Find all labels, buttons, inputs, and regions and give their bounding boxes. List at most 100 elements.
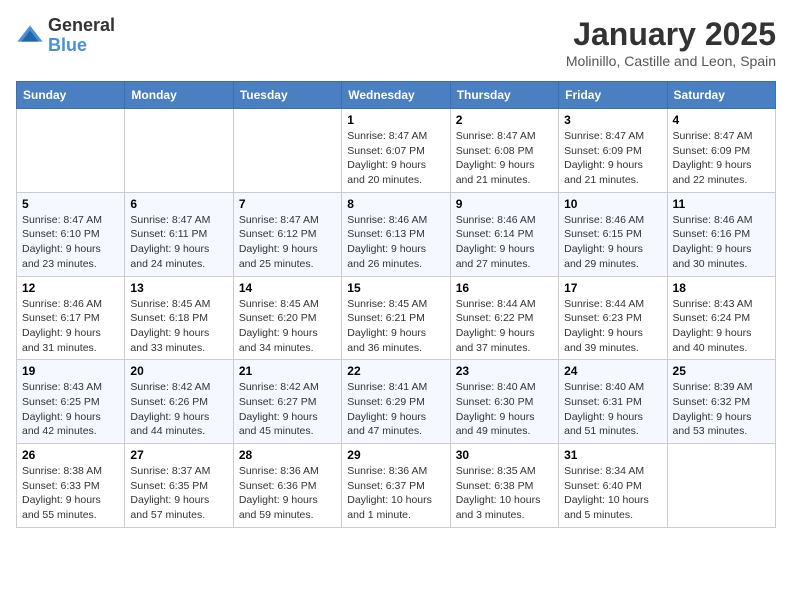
day-number: 19: [22, 364, 119, 378]
weekday-header: Thursday: [450, 82, 558, 109]
day-number: 21: [239, 364, 336, 378]
day-number: 18: [673, 281, 770, 295]
day-info: Sunrise: 8:47 AM Sunset: 6:08 PM Dayligh…: [456, 129, 553, 188]
day-number: 29: [347, 448, 444, 462]
logo-blue: Blue: [48, 36, 115, 56]
day-number: 1: [347, 113, 444, 127]
calendar-day-cell: 8 Sunrise: 8:46 AM Sunset: 6:13 PM Daylig…: [342, 192, 450, 276]
day-info: Sunrise: 8:47 AM Sunset: 6:09 PM Dayligh…: [564, 129, 661, 188]
day-number: 16: [456, 281, 553, 295]
calendar-week-row: 5 Sunrise: 8:47 AM Sunset: 6:10 PM Daylig…: [17, 192, 776, 276]
calendar-table: SundayMondayTuesdayWednesdayThursdayFrid…: [16, 81, 776, 528]
day-number: 23: [456, 364, 553, 378]
day-number: 7: [239, 197, 336, 211]
day-number: 12: [22, 281, 119, 295]
calendar-day-cell: [17, 109, 125, 193]
day-number: 22: [347, 364, 444, 378]
calendar-week-row: 26 Sunrise: 8:38 AM Sunset: 6:33 PM Dayli…: [17, 444, 776, 528]
day-number: 17: [564, 281, 661, 295]
day-info: Sunrise: 8:41 AM Sunset: 6:29 PM Dayligh…: [347, 380, 444, 439]
calendar-day-cell: 31Sunrise: 8:34 AM Sunset: 6:40 PM Dayli…: [559, 444, 667, 528]
day-info: Sunrise: 8:46 AM Sunset: 6:15 PM Dayligh…: [564, 213, 661, 272]
day-info: Sunrise: 8:43 AM Sunset: 6:25 PM Dayligh…: [22, 380, 119, 439]
day-number: 30: [456, 448, 553, 462]
day-number: 4: [673, 113, 770, 127]
calendar-day-cell: 3 Sunrise: 8:47 AM Sunset: 6:09 PM Daylig…: [559, 109, 667, 193]
day-info: Sunrise: 8:44 AM Sunset: 6:23 PM Dayligh…: [564, 297, 661, 356]
calendar-week-row: 19 Sunrise: 8:43 AM Sunset: 6:25 PM Dayli…: [17, 360, 776, 444]
calendar-day-cell: 30 Sunrise: 8:35 AM Sunset: 6:38 PM Dayli…: [450, 444, 558, 528]
calendar-day-cell: [667, 444, 775, 528]
weekday-header: Wednesday: [342, 82, 450, 109]
weekday-header: Tuesday: [233, 82, 341, 109]
day-number: 10: [564, 197, 661, 211]
day-info: Sunrise: 8:42 AM Sunset: 6:27 PM Dayligh…: [239, 380, 336, 439]
calendar-day-cell: 23 Sunrise: 8:40 AM Sunset: 6:30 PM Dayli…: [450, 360, 558, 444]
day-info: Sunrise: 8:47 AM Sunset: 6:09 PM Dayligh…: [673, 129, 770, 188]
weekday-header: Sunday: [17, 82, 125, 109]
day-number: 25: [673, 364, 770, 378]
title-block: January 2025 Molinillo, Castille and Leo…: [566, 16, 776, 69]
calendar-day-cell: 2 Sunrise: 8:47 AM Sunset: 6:08 PM Daylig…: [450, 109, 558, 193]
day-info: Sunrise: 8:34 AM Sunset: 6:40 PM Dayligh…: [564, 464, 661, 523]
day-info: Sunrise: 8:45 AM Sunset: 6:18 PM Dayligh…: [130, 297, 227, 356]
logo-icon: [16, 22, 44, 50]
calendar-day-cell: 10 Sunrise: 8:46 AM Sunset: 6:15 PM Dayli…: [559, 192, 667, 276]
day-number: 2: [456, 113, 553, 127]
calendar-day-cell: 29 Sunrise: 8:36 AM Sunset: 6:37 PM Dayli…: [342, 444, 450, 528]
day-info: Sunrise: 8:47 AM Sunset: 6:11 PM Dayligh…: [130, 213, 227, 272]
calendar-day-cell: 5 Sunrise: 8:47 AM Sunset: 6:10 PM Daylig…: [17, 192, 125, 276]
day-number: 3: [564, 113, 661, 127]
location-subtitle: Molinillo, Castille and Leon, Spain: [566, 53, 776, 69]
day-number: 11: [673, 197, 770, 211]
day-info: Sunrise: 8:35 AM Sunset: 6:38 PM Dayligh…: [456, 464, 553, 523]
weekday-header: Friday: [559, 82, 667, 109]
calendar-day-cell: 6Sunrise: 8:47 AM Sunset: 6:11 PM Daylig…: [125, 192, 233, 276]
calendar-day-cell: 7 Sunrise: 8:47 AM Sunset: 6:12 PM Daylig…: [233, 192, 341, 276]
weekday-header: Saturday: [667, 82, 775, 109]
day-info: Sunrise: 8:43 AM Sunset: 6:24 PM Dayligh…: [673, 297, 770, 356]
calendar-day-cell: 19 Sunrise: 8:43 AM Sunset: 6:25 PM Dayli…: [17, 360, 125, 444]
month-year-title: January 2025: [566, 16, 776, 53]
day-number: 9: [456, 197, 553, 211]
calendar-day-cell: 17 Sunrise: 8:44 AM Sunset: 6:23 PM Dayli…: [559, 276, 667, 360]
day-info: Sunrise: 8:46 AM Sunset: 6:16 PM Dayligh…: [673, 213, 770, 272]
calendar-body: 1 Sunrise: 8:47 AM Sunset: 6:07 PM Daylig…: [17, 109, 776, 528]
calendar-day-cell: 12Sunrise: 8:46 AM Sunset: 6:17 PM Dayli…: [17, 276, 125, 360]
calendar-day-cell: 9 Sunrise: 8:46 AM Sunset: 6:14 PM Daylig…: [450, 192, 558, 276]
day-number: 5: [22, 197, 119, 211]
day-info: Sunrise: 8:36 AM Sunset: 6:37 PM Dayligh…: [347, 464, 444, 523]
day-info: Sunrise: 8:46 AM Sunset: 6:14 PM Dayligh…: [456, 213, 553, 272]
day-info: Sunrise: 8:38 AM Sunset: 6:33 PM Dayligh…: [22, 464, 119, 523]
day-info: Sunrise: 8:47 AM Sunset: 6:10 PM Dayligh…: [22, 213, 119, 272]
weekday-header: Monday: [125, 82, 233, 109]
calendar-day-cell: 24Sunrise: 8:40 AM Sunset: 6:31 PM Dayli…: [559, 360, 667, 444]
day-info: Sunrise: 8:47 AM Sunset: 6:12 PM Dayligh…: [239, 213, 336, 272]
logo-text: General Blue: [48, 16, 115, 56]
day-number: 8: [347, 197, 444, 211]
calendar-day-cell: 14Sunrise: 8:45 AM Sunset: 6:20 PM Dayli…: [233, 276, 341, 360]
day-info: Sunrise: 8:47 AM Sunset: 6:07 PM Dayligh…: [347, 129, 444, 188]
calendar-week-row: 12Sunrise: 8:46 AM Sunset: 6:17 PM Dayli…: [17, 276, 776, 360]
calendar-day-cell: [125, 109, 233, 193]
calendar-week-row: 1 Sunrise: 8:47 AM Sunset: 6:07 PM Daylig…: [17, 109, 776, 193]
calendar-header: SundayMondayTuesdayWednesdayThursdayFrid…: [17, 82, 776, 109]
day-info: Sunrise: 8:40 AM Sunset: 6:30 PM Dayligh…: [456, 380, 553, 439]
day-info: Sunrise: 8:44 AM Sunset: 6:22 PM Dayligh…: [456, 297, 553, 356]
calendar-day-cell: 1 Sunrise: 8:47 AM Sunset: 6:07 PM Daylig…: [342, 109, 450, 193]
day-info: Sunrise: 8:46 AM Sunset: 6:13 PM Dayligh…: [347, 213, 444, 272]
day-number: 26: [22, 448, 119, 462]
page-header: General Blue January 2025 Molinillo, Cas…: [16, 16, 776, 69]
day-number: 28: [239, 448, 336, 462]
calendar-day-cell: [233, 109, 341, 193]
calendar-day-cell: 25Sunrise: 8:39 AM Sunset: 6:32 PM Dayli…: [667, 360, 775, 444]
day-number: 20: [130, 364, 227, 378]
day-info: Sunrise: 8:42 AM Sunset: 6:26 PM Dayligh…: [130, 380, 227, 439]
calendar-day-cell: 16 Sunrise: 8:44 AM Sunset: 6:22 PM Dayli…: [450, 276, 558, 360]
calendar-day-cell: 20 Sunrise: 8:42 AM Sunset: 6:26 PM Dayli…: [125, 360, 233, 444]
day-info: Sunrise: 8:45 AM Sunset: 6:21 PM Dayligh…: [347, 297, 444, 356]
calendar-day-cell: 4 Sunrise: 8:47 AM Sunset: 6:09 PM Daylig…: [667, 109, 775, 193]
day-number: 27: [130, 448, 227, 462]
calendar-day-cell: 21 Sunrise: 8:42 AM Sunset: 6:27 PM Dayli…: [233, 360, 341, 444]
day-info: Sunrise: 8:40 AM Sunset: 6:31 PM Dayligh…: [564, 380, 661, 439]
